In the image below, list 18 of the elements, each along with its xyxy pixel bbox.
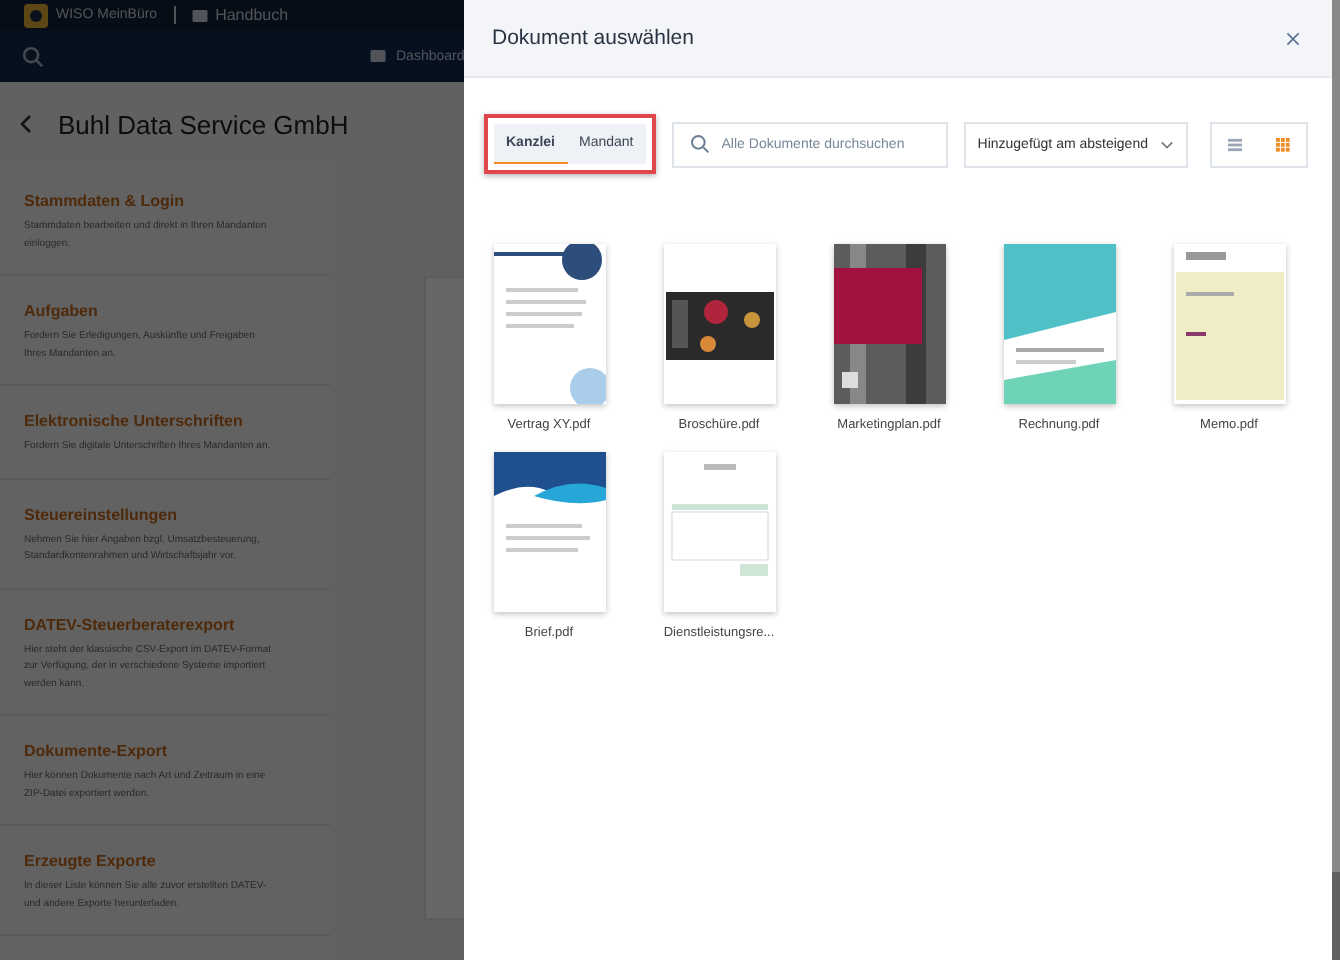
dialog-title: Dokument auswählen <box>492 26 694 50</box>
section-link[interactable]: Aufgaben <box>24 302 306 320</box>
search-icon[interactable] <box>22 45 44 67</box>
grid-view-icon[interactable] <box>1275 137 1290 151</box>
section-link[interactable]: Steuereinstellungen <box>24 505 306 523</box>
section-link[interactable]: Dokumente-Export <box>24 742 306 760</box>
list-view-icon[interactable] <box>1228 137 1243 151</box>
search-icon <box>689 134 710 154</box>
section-link[interactable]: Stammdaten & Login <box>24 192 306 210</box>
section-link[interactable]: DATEV-Steuerberaterexport <box>24 615 306 633</box>
scrollbar[interactable] <box>1332 0 1340 872</box>
section-link[interactable]: Erzeugte Exporte <box>24 852 306 870</box>
back-icon[interactable] <box>20 114 32 134</box>
close-icon[interactable] <box>1286 31 1300 45</box>
page-title: Buhl Data Service GmbH <box>58 109 349 139</box>
section-link[interactable]: Elektronische Unterschriften <box>24 412 306 430</box>
caret-icon <box>1159 139 1174 149</box>
section-title: Handbuch <box>215 6 289 24</box>
